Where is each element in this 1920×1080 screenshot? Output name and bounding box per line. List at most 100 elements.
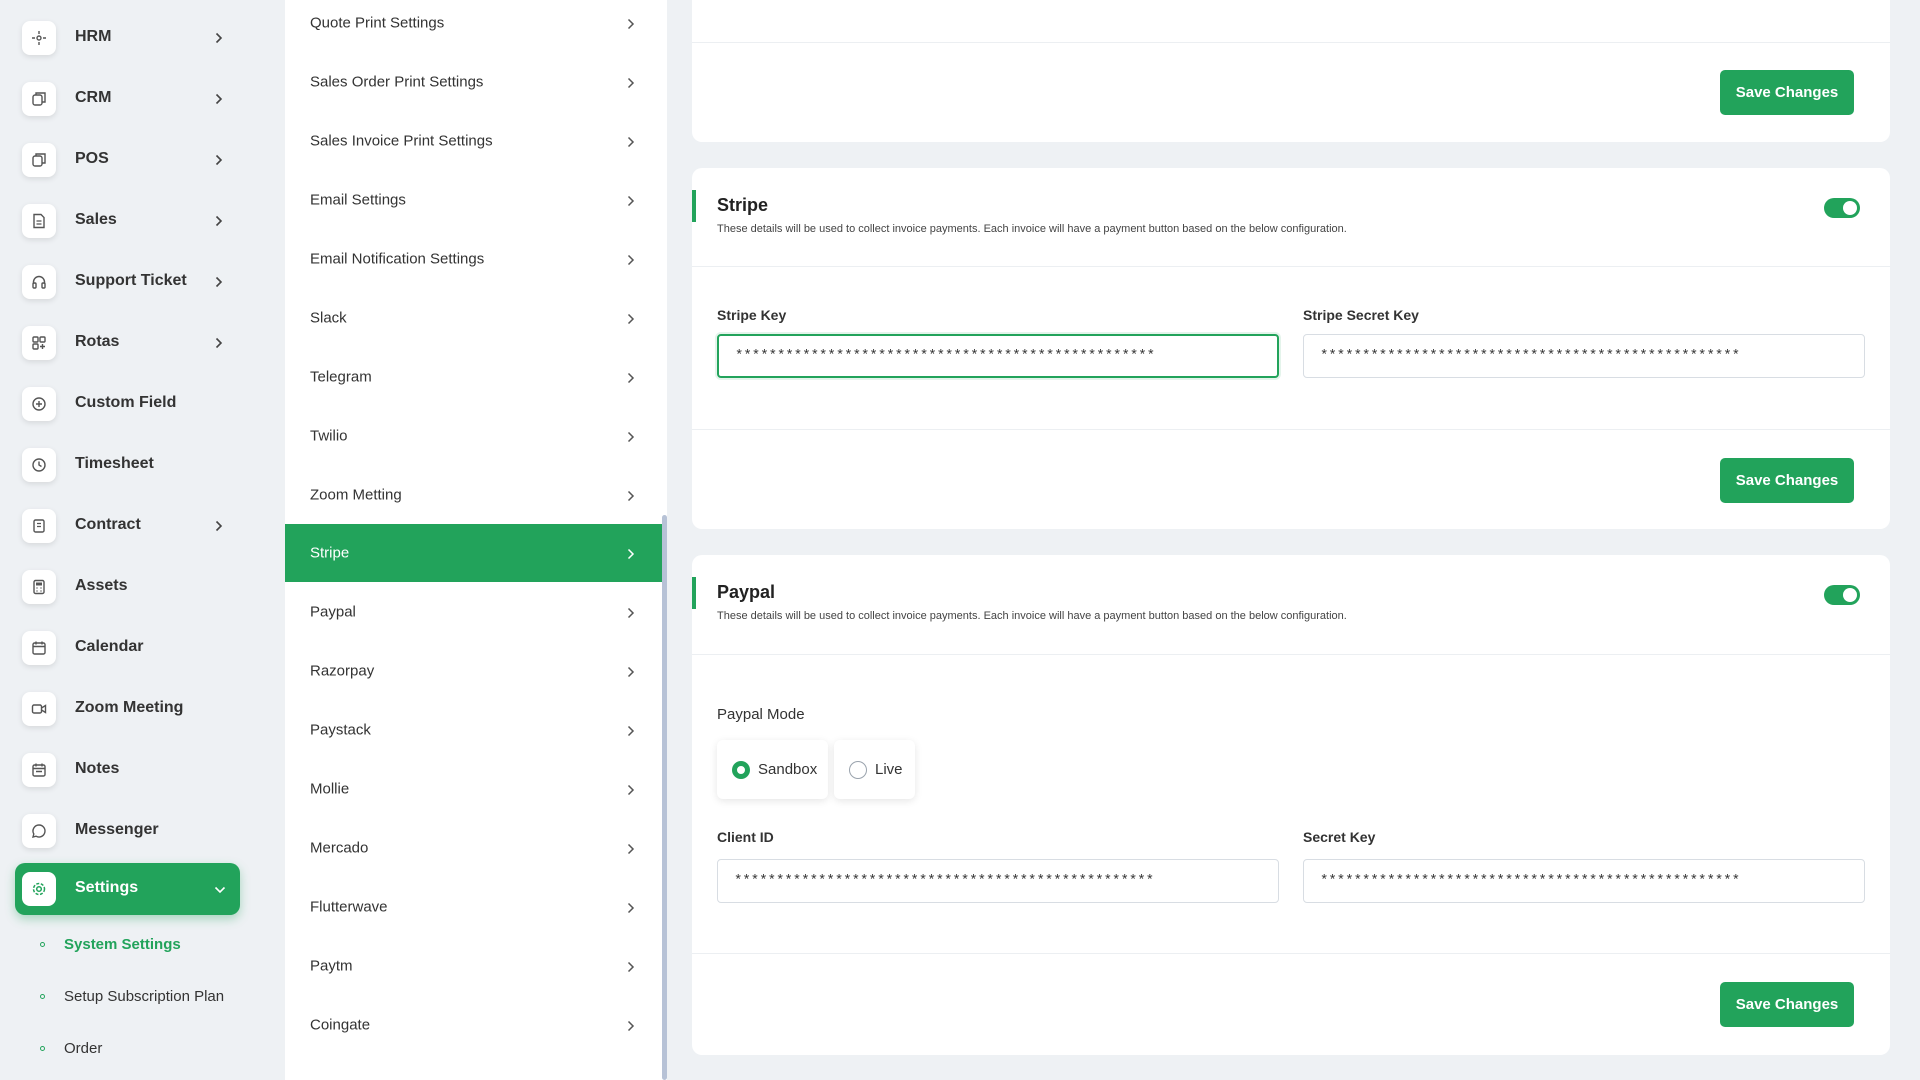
card-divider <box>692 953 1890 954</box>
sidebar-item-label: HRM <box>75 28 112 45</box>
menu-item-paystack[interactable]: Paystack <box>285 701 663 759</box>
save-button[interactable]: Save Changes <box>1720 458 1854 503</box>
stripe-key-label: Stripe Key <box>717 307 787 323</box>
sidebar-item-rotas[interactable]: Rotas <box>15 317 240 369</box>
calculator-icon <box>22 570 56 604</box>
crm-icon <box>22 82 56 116</box>
chevron-right-icon <box>215 276 223 288</box>
menu-item-sales-order-print-settings[interactable]: Sales Order Print Settings <box>285 53 663 111</box>
menu-item-razorpay[interactable]: Razorpay <box>285 642 663 700</box>
paypal-secret-key-input[interactable] <box>1303 859 1865 903</box>
video-icon <box>22 692 56 726</box>
chevron-right-icon <box>215 154 223 166</box>
sidebar-item-label: Contract <box>75 516 141 533</box>
sidebar-item-calendar[interactable]: Calendar <box>15 622 240 674</box>
menu-item-telegram[interactable]: Telegram <box>285 348 663 406</box>
sidebar-item-assets[interactable]: Assets <box>15 561 240 613</box>
chevron-right-icon <box>627 725 635 737</box>
chevron-right-icon <box>627 18 635 30</box>
chevron-right-icon <box>627 136 635 148</box>
chevron-right-icon <box>627 666 635 678</box>
chevron-right-icon <box>215 215 223 227</box>
calendar-icon <box>22 631 56 665</box>
sidebar-item-contract[interactable]: Contract <box>15 500 240 552</box>
sidebar-item-timesheet[interactable]: Timesheet <box>15 439 240 491</box>
sidebar-item-label: Assets <box>75 577 128 594</box>
sidebar-item-label: POS <box>75 150 109 167</box>
chevron-right-icon <box>627 1020 635 1032</box>
radio-checked-icon <box>732 761 750 779</box>
sidebar-item-label: CRM <box>75 89 112 106</box>
chevron-right-icon <box>627 548 635 560</box>
chat-icon <box>22 814 56 848</box>
chevron-right-icon <box>215 520 223 532</box>
menu-scrollbar[interactable] <box>662 515 667 1080</box>
chevron-right-icon <box>627 902 635 914</box>
save-button[interactable]: Save Changes <box>1720 982 1854 1027</box>
paypal-client-id-input[interactable] <box>717 859 1279 903</box>
sidebar-item-messenger[interactable]: Messenger <box>15 805 240 857</box>
chevron-right-icon <box>627 961 635 973</box>
menu-item-zoom-metting[interactable]: Zoom Metting <box>285 466 663 524</box>
previous-settings-card: Save Changes <box>692 0 1890 142</box>
menu-item-paypal[interactable]: Paypal <box>285 583 663 641</box>
paypal-enable-toggle[interactable] <box>1824 585 1860 605</box>
menu-item-mercado[interactable]: Mercado <box>285 819 663 877</box>
sidebar-item-label: Sales <box>75 211 117 228</box>
chevron-right-icon <box>627 195 635 207</box>
chevron-right-icon <box>627 254 635 266</box>
card-description: These details will be used to collect in… <box>717 223 1347 235</box>
save-button[interactable]: Save Changes <box>1720 70 1854 115</box>
sidebar-item-support-ticket[interactable]: Support Ticket <box>15 256 240 308</box>
sidebar-item-label: Rotas <box>75 333 120 350</box>
stripe-settings-card: Stripe These details will be used to col… <box>692 168 1890 529</box>
chevron-right-icon <box>627 77 635 89</box>
card-divider <box>692 429 1890 430</box>
menu-item-slack[interactable]: Slack <box>285 289 663 347</box>
sales-icon <box>22 204 56 238</box>
sidebar-item-settings[interactable]: Settings <box>15 863 240 915</box>
stripe-secret-key-input[interactable] <box>1303 334 1865 378</box>
card-title: Paypal <box>717 582 776 602</box>
card-description: These details will be used to collect in… <box>717 610 1347 622</box>
menu-item-email-notification-settings[interactable]: Email Notification Settings <box>285 230 663 288</box>
menu-item-flutterwave[interactable]: Flutterwave <box>285 878 663 936</box>
sidebar-item-crm[interactable]: CRM <box>15 73 240 125</box>
chevron-right-icon <box>215 93 223 105</box>
notes-icon <box>22 753 56 787</box>
menu-item-coingate[interactable]: Coingate <box>285 996 663 1054</box>
plus-circle-icon <box>22 387 56 421</box>
chevron-right-icon <box>627 313 635 325</box>
chevron-right-icon <box>627 784 635 796</box>
grid-icon <box>22 326 56 360</box>
sidebar-item-custom-field[interactable]: Custom Field <box>15 378 240 430</box>
stripe-key-input[interactable] <box>717 334 1279 378</box>
sidebar-item-notes[interactable]: Notes <box>15 744 240 796</box>
sidebar-item-label: Calendar <box>75 638 144 655</box>
sidebar-item-label: Settings <box>75 879 139 896</box>
chevron-right-icon <box>627 490 635 502</box>
menu-item-email-settings[interactable]: Email Settings <box>285 171 663 229</box>
bullet-icon <box>40 994 45 999</box>
card-accent-bar <box>692 190 696 222</box>
sidebar-item-label: Notes <box>75 760 120 777</box>
stripe-enable-toggle[interactable] <box>1824 198 1860 218</box>
menu-item-sales-invoice-print-settings[interactable]: Sales Invoice Print Settings <box>285 112 663 170</box>
chevron-right-icon <box>627 607 635 619</box>
menu-item-quote-print-settings[interactable]: Quote Print Settings <box>285 0 663 52</box>
radio-live[interactable]: Live <box>834 740 915 799</box>
menu-item-mollie[interactable]: Mollie <box>285 760 663 818</box>
card-divider <box>692 266 1890 267</box>
menu-item-twilio[interactable]: Twilio <box>285 407 663 465</box>
sidebar-item-sales[interactable]: Sales <box>15 195 240 247</box>
clock-icon <box>22 448 56 482</box>
sidebar-item-label: Custom Field <box>75 394 177 411</box>
menu-item-paytm[interactable]: Paytm <box>285 937 663 995</box>
menu-item-stripe[interactable]: Stripe <box>285 524 663 582</box>
sidebar-item-zoom-meeting[interactable]: Zoom Meeting <box>15 683 240 735</box>
sidebar-item-hrm[interactable]: HRM <box>15 12 240 64</box>
contract-icon <box>22 509 56 543</box>
sidebar-item-pos[interactable]: POS <box>15 134 240 186</box>
radio-sandbox[interactable]: Sandbox <box>717 740 828 799</box>
headset-icon <box>22 265 56 299</box>
